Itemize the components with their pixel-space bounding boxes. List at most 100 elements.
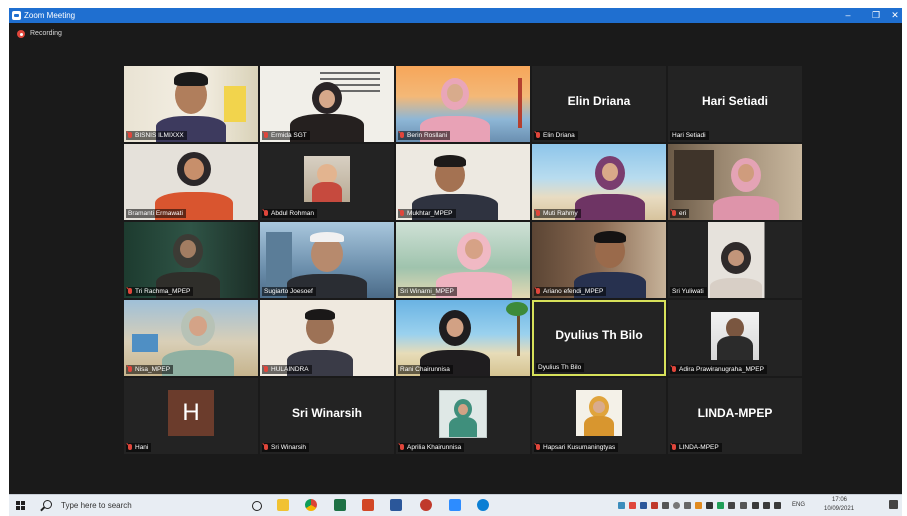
participant-tile[interactable]: Abdul Rohman	[260, 144, 394, 220]
file-explorer-icon[interactable]	[277, 499, 289, 511]
participant-tile[interactable]: Aprilia Khairunnisa	[396, 378, 530, 454]
tray-icon[interactable]	[662, 502, 669, 509]
language-indicator[interactable]: ENG	[792, 502, 805, 508]
participant-tile[interactable]: Mukhtar_MPEP	[396, 144, 530, 220]
participant-name: Mukhtar_MPEP	[398, 209, 456, 218]
participant-name: eri	[670, 209, 690, 218]
photo-torso	[449, 417, 477, 437]
tray-icon[interactable]	[717, 502, 724, 509]
participant-tile[interactable]: Adira Prawiranugraha_MPEP	[668, 300, 802, 376]
tray-icon[interactable]	[673, 502, 680, 509]
participant-name: Muti Rahmy	[534, 209, 581, 218]
participant-name: Ermida SGT	[262, 131, 310, 140]
tray-icon[interactable]	[706, 502, 713, 509]
photo-face	[593, 401, 605, 413]
active-speaker-tile[interactable]: Dyulius Th Bilo Dyulius Th Bilo	[532, 300, 666, 376]
volume-icon[interactable]	[774, 502, 781, 509]
participant-name: Ariano efendi_MPEP	[534, 287, 607, 296]
participant-tile[interactable]: Tri Rachma_MPEP	[124, 222, 258, 298]
participant-face	[180, 240, 197, 258]
participant-tile[interactable]: HULAINDRA	[260, 300, 394, 376]
participant-face	[446, 84, 463, 102]
participant-display-name: Sri Winarsih	[292, 406, 362, 420]
participant-face	[319, 90, 335, 108]
participant-face	[446, 318, 464, 337]
participant-tile[interactable]: Sri Winarni_MPEP	[396, 222, 530, 298]
close-button[interactable]: ✕	[881, 8, 907, 23]
participant-name: Sugiarto Joesoef	[262, 287, 316, 296]
mic-muted-icon	[672, 444, 676, 450]
participant-tile[interactable]: Muti Rahmy	[532, 144, 666, 220]
tray-icon[interactable]	[728, 502, 735, 509]
participant-tile[interactable]: Rani Chairunnisa	[396, 300, 530, 376]
participant-tile[interactable]: Sri Yuliwati	[668, 222, 802, 298]
background-building	[266, 232, 292, 287]
participant-tile[interactable]: Hari Setiadi Hari Setiadi	[668, 66, 802, 142]
background-toy-house	[132, 334, 158, 352]
participant-tile[interactable]: Sugiarto Joesoef	[260, 222, 394, 298]
task-view-icon[interactable]	[252, 501, 262, 511]
participant-name: Berin Rosllani	[398, 131, 451, 140]
participant-display-name: Elin Driana	[567, 94, 631, 108]
participant-face	[601, 163, 618, 181]
participant-face	[183, 158, 204, 180]
participant-name: Hari Setiadi	[670, 131, 709, 140]
participant-torso	[574, 194, 645, 220]
background-shelf	[674, 150, 714, 200]
tray-icon[interactable]	[629, 502, 636, 509]
participant-tile[interactable]: Nisa_MPEP	[124, 300, 258, 376]
title-bar: Zoom Meeting – ❐ ✕	[9, 8, 902, 23]
participant-tile[interactable]: Ariano efendi_MPEP	[532, 222, 666, 298]
participant-tile[interactable]: LINDA-MPEP LINDA-MPEP	[668, 378, 802, 454]
tray-icon[interactable]	[651, 502, 658, 509]
participant-tile[interactable]: Hapsari Kusumaningtyas	[532, 378, 666, 454]
notification-icon[interactable]	[889, 500, 898, 509]
tray-icon[interactable]	[640, 502, 647, 509]
clock-date[interactable]: 10/09/2021	[824, 506, 854, 512]
network-icon[interactable]	[752, 502, 759, 509]
tray-icon[interactable]	[740, 502, 747, 509]
chrome-icon[interactable]	[305, 499, 317, 511]
app-icon[interactable]	[420, 499, 432, 511]
mic-muted-icon	[672, 210, 676, 216]
minimize-button[interactable]: –	[834, 8, 862, 23]
tray-icon[interactable]	[618, 502, 625, 509]
participant-tile[interactable]: Bramanti Ermawati	[124, 144, 258, 220]
participant-profile-photo	[711, 312, 759, 360]
participant-name: Abdul Rohman	[262, 209, 317, 218]
participant-face	[737, 164, 754, 182]
edge-icon[interactable]	[477, 499, 489, 511]
participant-hair	[593, 231, 626, 243]
wifi-icon[interactable]	[763, 502, 770, 509]
recording-icon[interactable]	[17, 30, 25, 38]
clock-time[interactable]: 17:06	[832, 497, 847, 503]
tray-icon[interactable]	[684, 502, 691, 509]
participant-tile[interactable]: Sri Winarsih Sri Winarsih	[260, 378, 394, 454]
mic-muted-icon	[400, 444, 404, 450]
windows-start-icon[interactable]	[16, 501, 26, 511]
mic-muted-icon	[264, 366, 268, 372]
mic-muted-icon	[400, 132, 404, 138]
tray-icon[interactable]	[695, 502, 702, 509]
window-title: Zoom Meeting	[24, 11, 76, 20]
participant-name: Dyulius Th Bilo	[536, 363, 585, 372]
taskbar-search-box[interactable]: Type here to search	[39, 497, 249, 514]
zoom-taskbar-icon[interactable]	[449, 499, 461, 511]
photo-torso	[584, 416, 614, 436]
participant-tile[interactable]: Ermida SGT	[260, 66, 394, 142]
word-icon[interactable]	[390, 499, 402, 511]
participant-tile[interactable]: Elin Driana Elin Driana	[532, 66, 666, 142]
participant-name: Rani Chairunnisa	[398, 365, 453, 374]
mic-muted-icon	[264, 132, 268, 138]
participant-tile[interactable]: H Hani	[124, 378, 258, 454]
powerpoint-icon[interactable]	[362, 499, 374, 511]
participant-tile[interactable]: BISNIS ILMIXXX	[124, 66, 258, 142]
participant-cap	[310, 232, 344, 242]
participant-profile-photo	[304, 156, 350, 202]
participant-profile-photo	[439, 390, 487, 438]
participant-tile[interactable]: Berin Rosllani	[396, 66, 530, 142]
mic-muted-icon	[536, 444, 540, 450]
participant-tile[interactable]: eri	[668, 144, 802, 220]
mic-muted-icon	[128, 132, 132, 138]
excel-icon[interactable]	[334, 499, 346, 511]
